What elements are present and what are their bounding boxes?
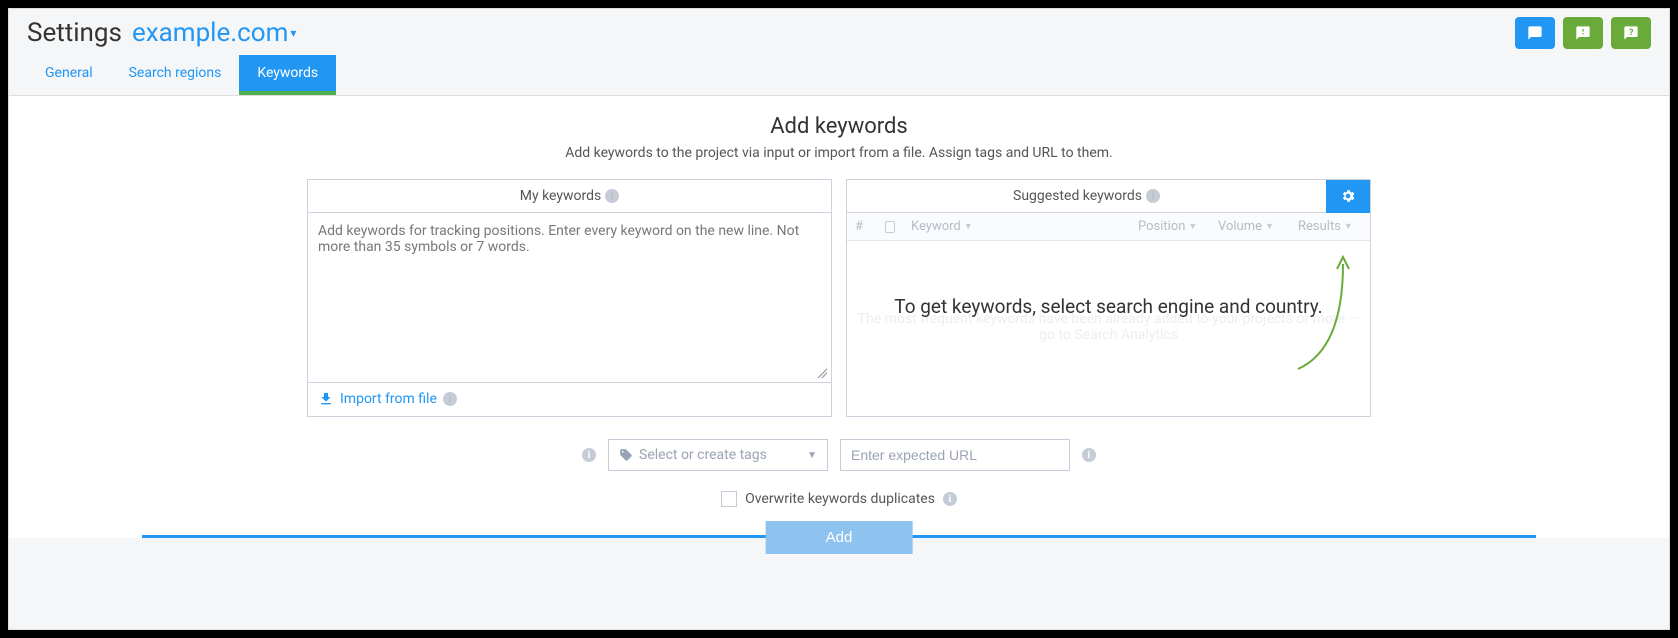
caret-down-icon: ▾ (290, 26, 296, 40)
tags-placeholder: Select or create tags (639, 447, 767, 463)
keywords-textarea[interactable] (308, 213, 831, 378)
suggested-settings-button[interactable] (1326, 180, 1370, 213)
tab-keywords[interactable]: Keywords (239, 55, 336, 95)
settings-title: Settings (27, 18, 122, 48)
content-area: Add keywords Add keywords to the project… (9, 96, 1669, 538)
add-button[interactable]: Add (766, 521, 913, 554)
info-icon[interactable]: i (582, 448, 596, 462)
suggested-header: Suggested keywords i (847, 180, 1326, 213)
suggested-body: The most frequent keywords have been alr… (847, 241, 1370, 416)
info-icon[interactable]: i (605, 189, 619, 203)
overlay-message: To get keywords, select search engine an… (847, 293, 1370, 322)
tabs-nav: General Search regions Keywords (9, 55, 1669, 96)
import-label: Import from file (340, 391, 437, 407)
tab-search-regions[interactable]: Search regions (111, 55, 240, 95)
my-keywords-panel: My keywords i Import from file i (307, 179, 832, 417)
info-icon[interactable]: i (1146, 189, 1160, 203)
page-header: Settings example.com ▾ (9, 9, 1669, 49)
info-icon[interactable]: i (1082, 448, 1096, 462)
suggested-table-header: # Keyword▼ Position▼ Volume▼ Results▼ (847, 213, 1370, 241)
col-index: # (847, 213, 877, 240)
gear-icon (1340, 188, 1356, 204)
col-select[interactable] (877, 213, 903, 240)
header-left: Settings example.com ▾ (27, 18, 296, 48)
alert-button[interactable] (1563, 17, 1603, 49)
help-icon (1622, 25, 1640, 41)
tags-select[interactable]: Select or create tags ▼ (608, 439, 828, 471)
domain-selector[interactable]: example.com ▾ (132, 18, 296, 48)
overwrite-label: Overwrite keywords duplicates (745, 491, 935, 507)
overwrite-row: Overwrite keywords duplicates i (9, 491, 1669, 507)
settings-page: Settings example.com ▾ General Search re… (8, 8, 1670, 630)
chat-button[interactable] (1515, 17, 1555, 49)
sort-icon: ▼ (1188, 221, 1197, 232)
panels-row: My keywords i Import from file i Suggest… (9, 179, 1669, 417)
suggested-keywords-panel: Suggested keywords i # Keyword▼ Position… (846, 179, 1371, 417)
overwrite-checkbox[interactable] (721, 491, 737, 507)
my-keywords-header: My keywords i (308, 180, 831, 213)
col-position[interactable]: Position▼ (1130, 213, 1210, 240)
header-right (1515, 17, 1651, 49)
page-subtitle: Add keywords to the project via input or… (9, 145, 1669, 161)
sort-icon: ▼ (1265, 221, 1274, 232)
keywords-textarea-wrap (308, 213, 831, 382)
url-input[interactable] (840, 439, 1070, 471)
import-from-file-link[interactable]: Import from file i (308, 382, 831, 415)
tab-general[interactable]: General (27, 55, 111, 95)
controls-row: i Select or create tags ▼ i (9, 439, 1669, 471)
info-icon[interactable]: i (943, 492, 957, 506)
select-all-checkbox[interactable] (885, 221, 895, 233)
alert-icon (1574, 25, 1592, 41)
info-icon[interactable]: i (443, 392, 457, 406)
download-icon (318, 391, 334, 407)
tag-icon (619, 448, 633, 462)
sort-icon: ▼ (1344, 221, 1353, 232)
col-keyword[interactable]: Keyword▼ (903, 213, 1130, 240)
col-volume[interactable]: Volume▼ (1210, 213, 1290, 240)
footer-bar: Add (9, 535, 1669, 538)
help-button[interactable] (1611, 17, 1651, 49)
suggested-header-row: Suggested keywords i (847, 180, 1370, 213)
caret-down-icon: ▼ (807, 450, 817, 461)
domain-label: example.com (132, 18, 288, 48)
page-title: Add keywords (9, 114, 1669, 139)
sort-icon: ▼ (964, 221, 973, 232)
col-results[interactable]: Results▼ (1290, 213, 1370, 240)
chat-icon (1526, 25, 1544, 41)
my-keywords-header-label: My keywords (520, 188, 601, 204)
suggested-header-label: Suggested keywords (1013, 188, 1142, 204)
